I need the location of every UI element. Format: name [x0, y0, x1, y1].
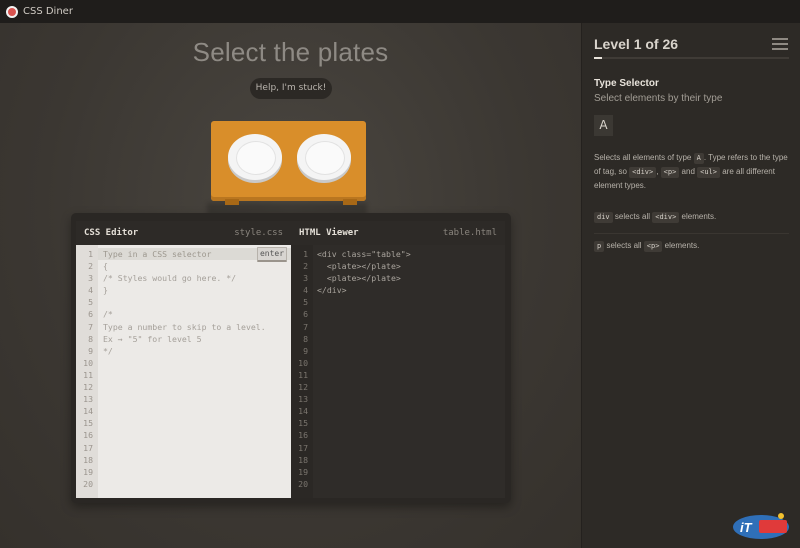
window-title: CSS Diner: [23, 6, 73, 17]
css-editor-filename: style.css: [234, 228, 283, 238]
table-leg: [225, 199, 239, 205]
html-viewer: 1 2 3 4 5 6 7 8 9 10 11 12 13 14 15 16 1…: [291, 245, 505, 498]
help-button[interactable]: Help, I'm stuck!: [250, 78, 332, 99]
css-editor-header: CSS Editor style.css: [76, 221, 291, 245]
css-editor-title: CSS Editor: [84, 228, 139, 238]
menu-icon[interactable]: [772, 38, 788, 50]
svg-text:iT: iT: [740, 520, 753, 535]
level-sidebar: Level 1 of 26 Type Selector Select eleme…: [581, 23, 800, 548]
example-item: p selects all <p> elements.: [594, 241, 794, 252]
selector-hint: Selects all elements of type A. Type ref…: [594, 153, 788, 190]
css-line-numbers: 1 2 3 4 5 6 7 8 9 10 11 12 13 14 15 16 1…: [76, 245, 98, 498]
css-code: { /* Styles would go here. */ } /* Type …: [103, 261, 266, 356]
level-progress: [594, 57, 789, 59]
html-line-numbers: 1 2 3 4 5 6 7 8 9 10 11 12 13 14 15 16 1…: [291, 245, 313, 498]
enter-button[interactable]: enter: [257, 247, 287, 262]
app-logo-icon: [6, 5, 18, 18]
window-titlebar: CSS Diner: [0, 0, 800, 23]
html-viewer-title: HTML Viewer: [299, 228, 359, 238]
html-viewer-header: HTML Viewer table.html: [291, 221, 505, 245]
html-code[interactable]: <div class="table"> <plate></plate> <pla…: [317, 248, 411, 296]
game-stage: Select the plates Help, I'm stuck! CSS E…: [0, 23, 581, 548]
ithome-watermark-icon: iT: [733, 513, 789, 539]
editor-panel: CSS Editor style.css HTML Viewer table.h…: [71, 213, 511, 503]
example-item: div selects all <div> elements.: [594, 212, 794, 223]
html-viewer-filename: table.html: [442, 228, 497, 238]
selector-title: Select elements by their type: [594, 93, 723, 104]
table-leg: [343, 199, 357, 205]
level-indicator[interactable]: Level 1 of 26: [594, 36, 678, 52]
css-editor: 1 2 3 4 5 6 7 8 9 10 11 12 13 14 15 16 1…: [76, 245, 291, 498]
selector-syntax: A: [594, 115, 613, 136]
divider: [594, 233, 789, 234]
plate[interactable]: [297, 134, 351, 180]
level-instruction: Select the plates: [192, 37, 389, 67]
css-selector-input[interactable]: Type in a CSS selector: [103, 248, 211, 260]
selector-name: Type Selector: [594, 78, 659, 89]
plate[interactable]: [228, 134, 282, 180]
game-table: [207, 121, 367, 217]
